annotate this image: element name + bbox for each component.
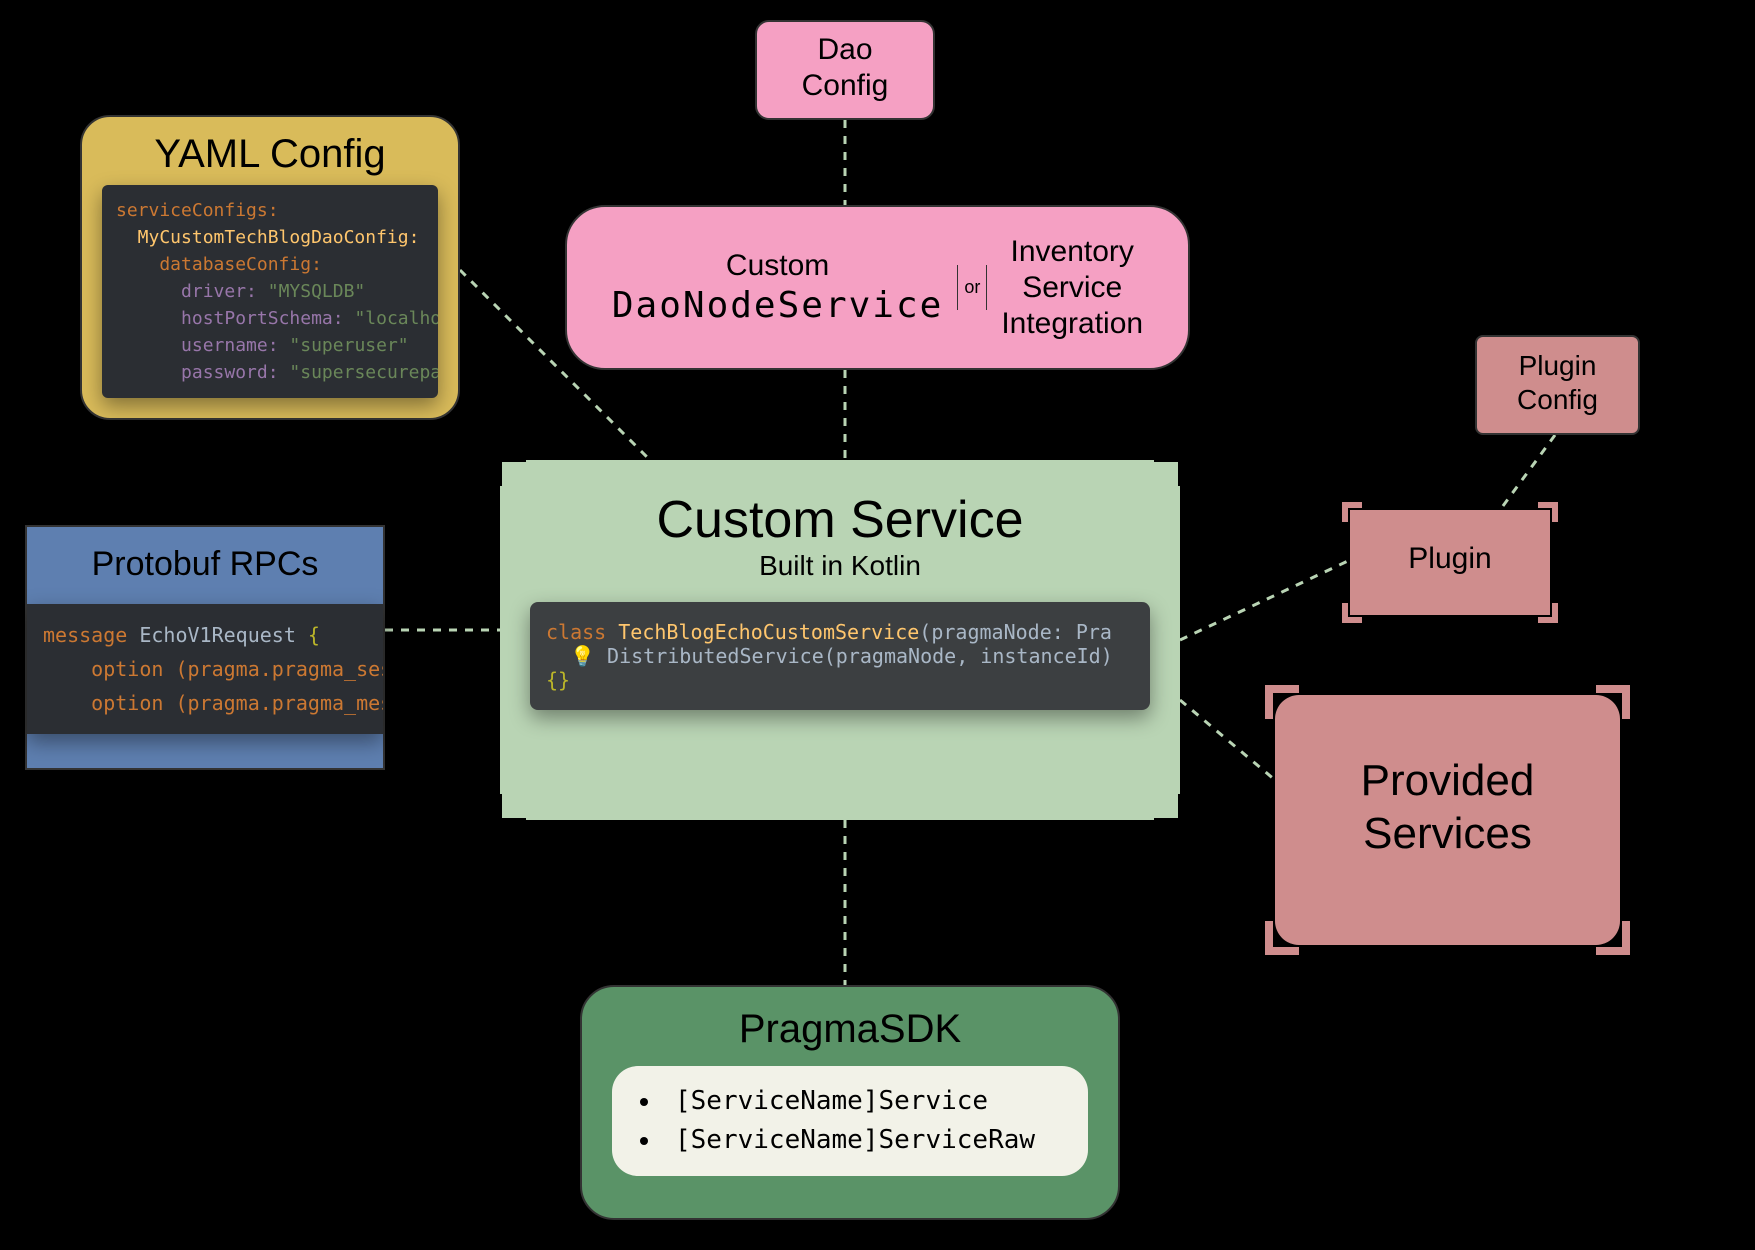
plugin-label: Plugin bbox=[1408, 542, 1491, 575]
dao-node-service-label: DaoNodeService bbox=[612, 285, 943, 326]
dao-node-inv2: Service bbox=[1001, 270, 1143, 306]
custom-service-code: class TechBlogEchoCustomService(pragmaNo… bbox=[530, 602, 1150, 710]
dao-node-left: Custom DaoNodeService bbox=[612, 249, 943, 326]
dao-config-box: Dao Config bbox=[755, 20, 935, 120]
plugin-config-box: Plugin Config bbox=[1475, 335, 1640, 435]
yaml-config-box: YAML Config serviceConfigs: MyCustomTech… bbox=[80, 115, 460, 420]
provided-services-box: Provided Services bbox=[1275, 695, 1620, 945]
yaml-code: serviceConfigs: MyCustomTechBlogDaoConfi… bbox=[102, 185, 438, 398]
dao-node-service-box: Custom DaoNodeService or Inventory Servi… bbox=[565, 205, 1190, 370]
pragma-sdk-box: PragmaSDK [ServiceName]Service[ServiceNa… bbox=[580, 985, 1120, 1220]
dao-config-l1: Dao bbox=[757, 32, 933, 68]
protobuf-box: Protobuf RPCs message EchoV1Request { op… bbox=[25, 525, 385, 770]
dao-node-or: or bbox=[957, 265, 987, 310]
plugin-config-l2: Config bbox=[1477, 383, 1638, 417]
dao-node-custom-label: Custom bbox=[612, 249, 943, 283]
custom-service-box: Custom Service Built in Kotlin class Tec… bbox=[500, 460, 1180, 820]
dao-config-l2: Config bbox=[757, 68, 933, 104]
protobuf-code: message EchoV1Request { option (pragma.p… bbox=[27, 604, 383, 734]
dao-node-inv1: Inventory bbox=[1001, 234, 1143, 270]
dao-node-right: Inventory Service Integration bbox=[1001, 234, 1143, 342]
protobuf-title: Protobuf RPCs bbox=[27, 545, 383, 584]
plugin-box: Plugin bbox=[1350, 510, 1550, 615]
pragma-sdk-list: [ServiceName]Service[ServiceName]Service… bbox=[612, 1066, 1088, 1176]
pragma-sdk-title: PragmaSDK bbox=[612, 1007, 1088, 1052]
dao-node-inv3: Integration bbox=[1001, 306, 1143, 342]
plugin-config-l1: Plugin bbox=[1477, 349, 1638, 383]
provided-l1: Provided bbox=[1275, 755, 1620, 808]
sdk-list-item: [ServiceName]Service bbox=[640, 1082, 1060, 1121]
yaml-config-title: YAML Config bbox=[102, 132, 438, 177]
sdk-list-item: [ServiceName]ServiceRaw bbox=[640, 1121, 1060, 1160]
custom-service-title: Custom Service bbox=[530, 490, 1150, 550]
custom-service-subtitle: Built in Kotlin bbox=[530, 550, 1150, 582]
provided-l2: Services bbox=[1275, 808, 1620, 861]
